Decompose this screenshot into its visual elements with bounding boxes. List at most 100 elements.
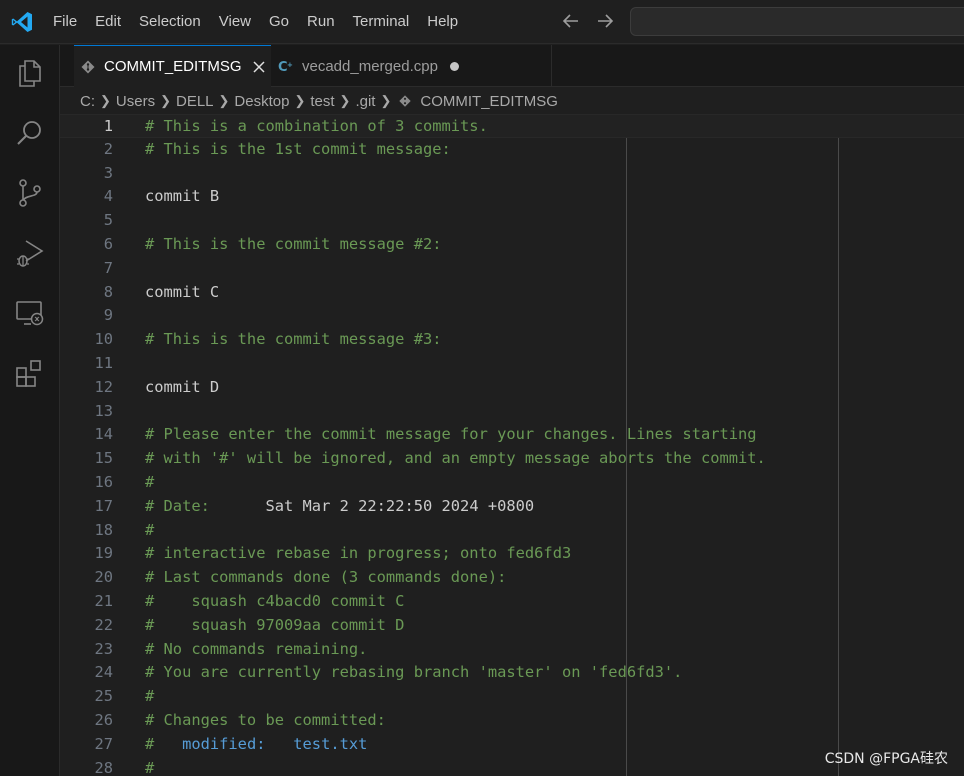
breadcrumb-item[interactable]: C: [80,93,95,110]
menu-go[interactable]: Go [260,0,298,44]
menu-view[interactable]: View [210,0,260,44]
remote-explorer-icon[interactable] [14,297,46,329]
code-line[interactable]: 8 commit C [60,281,964,305]
code-line[interactable]: 4 commit B [60,185,964,209]
breadcrumb-item[interactable]: Users [116,93,155,110]
code-token-comment: # Date: [145,496,266,515]
extensions-icon[interactable] [14,357,46,389]
vscode-logo-icon[interactable] [10,10,34,34]
code-line[interactable]: 11 [60,352,964,376]
code-token-comment: # [145,734,173,753]
breadcrumb-item[interactable]: test [310,93,334,110]
arrow-left-icon[interactable] [560,10,582,32]
unsaved-dot-icon[interactable] [449,61,459,71]
line-number: 15 [94,449,113,468]
code-line[interactable]: 24 # You are currently rebasing branch 'm… [60,661,964,685]
line-content: commit B [145,185,219,209]
code-line[interactable]: 20 # Last commands done (3 commands done)… [60,566,964,590]
code-token-comment: # This is the commit message #3: [145,330,442,349]
code-line[interactable]: 18 # [60,519,964,543]
code-line[interactable]: 22 # squash 97009aa commit D [60,614,964,638]
code-token-comment: # [145,758,155,776]
code-token-plain: commit B [145,187,220,206]
search-icon[interactable] [14,117,46,149]
arrow-right-icon[interactable] [594,10,616,32]
line-number: 8 [103,282,113,301]
code-token-comment: # This is a combination of 3 commits. [145,117,488,135]
code-line[interactable]: 23 # No commands remaining. [60,638,964,662]
line-number: 22 [94,615,113,634]
breadcrumb-item[interactable]: Desktop [234,93,289,110]
line-number: 23 [94,639,113,658]
menu-edit[interactable]: Edit [86,0,130,44]
code-line[interactable]: 21 # squash c4bacd0 commit C [60,590,964,614]
close-icon[interactable] [252,60,266,74]
menu-terminal[interactable]: Terminal [344,0,419,44]
breadcrumb-item[interactable]: COMMIT_EDITMSG [420,93,558,110]
code-line[interactable]: 26 # Changes to be committed: [60,709,964,733]
menu-help[interactable]: Help [418,0,467,44]
line-content: # You are currently rebasing branch 'mas… [145,661,682,685]
explorer-icon[interactable] [14,57,46,89]
line-content: # Please enter the commit message for yo… [145,423,757,447]
source-control-icon[interactable] [14,177,46,209]
cpp-icon: C + [278,60,293,74]
line-number: 12 [94,377,113,396]
tab-commit-editmsg[interactable]: COMMIT_EDITMSG [74,45,271,87]
code-line[interactable]: 25 # [60,685,964,709]
breadcrumb-item[interactable]: .git [355,93,375,110]
code-line[interactable]: 19 # interactive rebase in progress; onto… [60,542,964,566]
code-editor[interactable]: 1 # This is a combination of 3 commits. 2 #… [60,114,964,776]
line-content: # This is the 1st commit message: [145,138,451,162]
code-line[interactable]: 9 [60,304,964,328]
svg-text:+: + [287,61,293,69]
code-token-plain: Sat Mar 2 22:22:50 2024 +0800 [265,496,535,515]
code-line[interactable]: 10 # This is the commit message #3: [60,328,964,352]
line-number: 3 [103,163,113,182]
code-line[interactable]: 6 # This is the commit message #2: [60,233,964,257]
line-number: 7 [103,258,113,277]
line-number: 25 [94,687,113,706]
code-line[interactable]: 17 # Date: Sat Mar 2 22:22:50 2024 +0800 [60,495,964,519]
line-number: 6 [103,235,113,253]
breadcrumb-item[interactable]: DELL [176,93,214,110]
code-line[interactable]: 16 # [60,471,964,495]
code-token-comment: # [145,687,155,706]
menu-run[interactable]: Run [298,0,344,44]
code-line[interactable]: 13 [60,400,964,424]
code-token-comment: # You are currently rebasing branch 'mas… [145,663,683,682]
tab-vecadd-merged-cpp[interactable]: C + vecadd_merged.cpp [272,45,552,87]
git-icon [81,60,95,73]
menu-file[interactable]: File [44,0,86,44]
code-line[interactable]: 2 # This is the 1st commit message: [60,138,964,162]
line-content: commit C [145,281,219,305]
code-line[interactable]: 1 # This is a combination of 3 commits. [60,114,964,138]
line-content: commit D [145,376,219,400]
code-token-comment: # with '#' will be ignored, and an empty… [145,449,766,468]
code-line[interactable]: 7 [60,257,964,281]
line-content: # squash 97009aa commit D [145,614,404,638]
chevron-right-icon: ❯ [339,93,351,108]
navigation-arrows [560,10,616,32]
line-number: 1 [103,117,113,135]
line-content: # Date: Sat Mar 2 22:22:50 2024 +0800 [145,495,534,519]
line-content: # squash c4bacd0 commit C [145,590,404,614]
line-number: 27 [94,734,113,753]
code-token-comment: # [145,473,155,491]
line-number: 17 [94,496,113,515]
code-token-plain: commit C [145,282,220,301]
code-token-comment: # This is the commit message #2: [145,235,442,253]
menu-selection[interactable]: Selection [130,0,210,44]
command-center-search[interactable] [630,7,964,36]
code-line[interactable]: 3 [60,162,964,186]
chevron-right-icon: ❯ [160,93,171,108]
line-content: # This is the commit message #2: [145,233,442,257]
run-debug-icon[interactable] [14,237,46,269]
code-token-comment: # No commands remaining. [145,639,368,658]
line-content: # [145,685,154,709]
code-line[interactable]: 5 [60,209,964,233]
code-line[interactable]: 14 # Please enter the commit message for … [60,423,964,447]
line-number: 19 [94,544,113,563]
code-line[interactable]: 12 commit D [60,376,964,400]
code-line[interactable]: 15 # with '#' will be ignored, and an emp… [60,447,964,471]
